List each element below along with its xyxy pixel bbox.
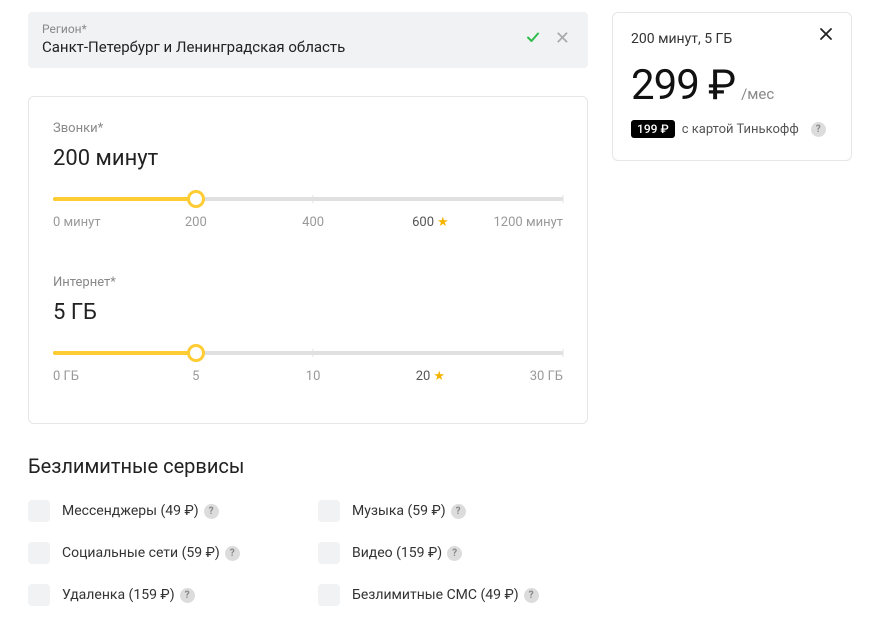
service-label: Музыка (59 ₽) xyxy=(352,503,446,519)
discount-badge: 199 ₽ xyxy=(631,120,675,138)
summary-subtitle: 200 минут, 5 ГБ xyxy=(631,31,833,47)
service-item: Музыка (59 ₽)? xyxy=(318,500,588,522)
service-label: Видео (159 ₽) xyxy=(352,545,442,561)
service-item: Видео (159 ₽)? xyxy=(318,542,588,564)
help-icon[interactable]: ? xyxy=(524,588,539,603)
region-field[interactable]: Регион* Санкт-Петербург и Ленинградская … xyxy=(28,12,588,68)
slider-tick: 1200 минут xyxy=(494,215,564,230)
calls-thumb[interactable] xyxy=(187,190,205,208)
star-icon: ★ xyxy=(437,215,449,230)
summary-price: 299 ₽ /мес xyxy=(631,61,833,110)
internet-fill xyxy=(53,351,196,355)
slider-tick: 0 минут xyxy=(53,215,101,230)
internet-track[interactable] xyxy=(53,351,563,355)
slider-tick: 400 xyxy=(302,215,324,230)
close-icon[interactable] xyxy=(819,27,837,45)
summary-discount: 199 ₽ с картой Тинькофф ? xyxy=(631,120,833,138)
service-item: Безлимитные СМС (49 ₽)? xyxy=(318,584,588,606)
help-icon[interactable]: ? xyxy=(225,546,240,561)
service-checkbox[interactable] xyxy=(318,500,340,522)
service-item: Мессенджеры (49 ₽)? xyxy=(28,500,298,522)
region-value: Санкт-Петербург и Ленинградская область xyxy=(42,38,345,56)
calls-slider: Звонки* 200 минут 0 минут 200 400 600★ 1200 … xyxy=(53,121,563,233)
slider-tick: 5 xyxy=(192,369,199,384)
calls-label: Звонки* xyxy=(53,121,563,136)
tick-mark xyxy=(563,195,564,203)
service-checkbox[interactable] xyxy=(318,542,340,564)
service-item: Удаленка (159 ₽)? xyxy=(28,584,298,606)
tick-mark xyxy=(313,195,314,203)
service-checkbox[interactable] xyxy=(318,584,340,606)
tick-mark xyxy=(313,349,314,357)
clear-icon[interactable]: ✕ xyxy=(551,30,574,48)
services-title: Безлимитные сервисы xyxy=(28,454,588,478)
slider-tick: 30 ГБ xyxy=(530,369,563,384)
star-icon: ★ xyxy=(433,369,445,384)
internet-value: 5 ГБ xyxy=(53,300,563,325)
tick-mark xyxy=(563,349,564,357)
service-label: Мессенджеры (49 ₽) xyxy=(62,503,199,519)
region-label: Регион* xyxy=(42,22,515,36)
service-label: Социальные сети (59 ₽) xyxy=(62,545,220,561)
help-icon[interactable]: ? xyxy=(180,588,195,603)
discount-text: с картой Тинькофф xyxy=(682,122,799,137)
internet-slider: Интернет* 5 ГБ 0 ГБ 5 10 20★ 30 ГБ xyxy=(53,275,563,387)
service-label: Удаленка (159 ₽) xyxy=(62,587,175,603)
help-icon[interactable]: ? xyxy=(204,504,219,519)
summary-card: 200 минут, 5 ГБ 299 ₽ /мес 199 ₽ с карто… xyxy=(612,12,852,161)
service-label: Безлимитные СМС (49 ₽) xyxy=(352,587,519,603)
slider-tick: 200 xyxy=(185,215,207,230)
sliders-card: Звонки* 200 минут 0 минут 200 400 600★ 1200 … xyxy=(28,96,588,424)
services-grid: Мессенджеры (49 ₽)?Музыка (59 ₽)?Социаль… xyxy=(28,500,588,606)
help-icon[interactable]: ? xyxy=(451,504,466,519)
slider-tick: 0 ГБ xyxy=(53,369,79,384)
service-item: Социальные сети (59 ₽)? xyxy=(28,542,298,564)
calls-value: 200 минут xyxy=(53,146,563,171)
service-checkbox[interactable] xyxy=(28,500,50,522)
calls-fill xyxy=(53,197,196,201)
slider-tick: 20★ xyxy=(416,369,445,384)
calls-ticks: 0 минут 200 400 600★ 1200 минут xyxy=(53,215,563,233)
help-icon[interactable]: ? xyxy=(447,546,462,561)
slider-tick: 600★ xyxy=(412,215,449,230)
help-icon[interactable]: ? xyxy=(811,122,826,137)
check-icon xyxy=(525,29,541,49)
internet-label: Интернет* xyxy=(53,275,563,290)
price-period: /мес xyxy=(741,85,774,103)
internet-thumb[interactable] xyxy=(187,344,205,362)
service-checkbox[interactable] xyxy=(28,542,50,564)
calls-track[interactable] xyxy=(53,197,563,201)
internet-ticks: 0 ГБ 5 10 20★ 30 ГБ xyxy=(53,369,563,387)
price-amount: 299 ₽ xyxy=(631,61,735,110)
slider-tick: 10 xyxy=(306,369,321,384)
service-checkbox[interactable] xyxy=(28,584,50,606)
